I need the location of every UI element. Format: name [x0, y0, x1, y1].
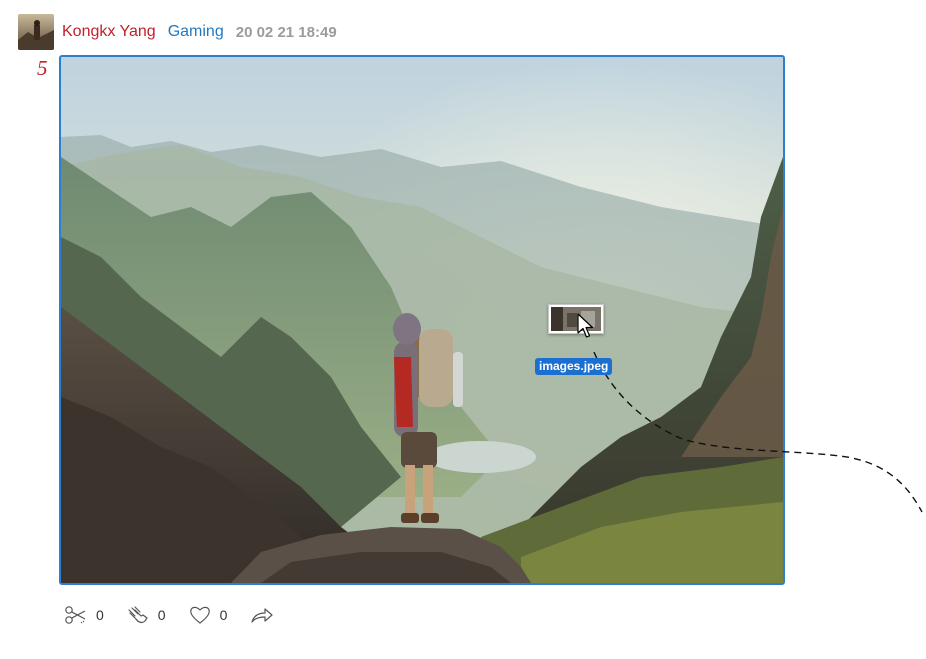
like-button[interactable]: 0 [188, 604, 228, 626]
like-count: 0 [219, 607, 228, 623]
scissors-button[interactable]: 0 [64, 604, 104, 626]
scissors-icon [64, 604, 88, 626]
share-arrow-icon [249, 604, 275, 626]
author-link[interactable]: Kongkx Yang [62, 23, 156, 41]
mountain-photo [61, 57, 783, 583]
post-actions: 0 0 0 [64, 602, 297, 628]
drag-thumbnail[interactable] [548, 304, 604, 334]
post-header: Kongkx Yang Gaming 20 02 21 18:49 [18, 14, 337, 50]
clap-hand-icon [126, 604, 150, 626]
post-timestamp: 20 02 21 18:49 [235, 23, 337, 41]
post-page: Kongkx Yang Gaming 20 02 21 18:49 5 imag… [0, 0, 926, 659]
avatar[interactable] [18, 14, 54, 50]
clap-button[interactable]: 0 [126, 604, 166, 626]
drag-filename-label: images.jpeg [535, 358, 613, 375]
post-number: 5 [37, 56, 48, 80]
clap-count: 0 [157, 607, 166, 623]
scissors-count: 0 [96, 607, 104, 623]
post-image[interactable] [59, 55, 785, 585]
mouse-cursor-icon [577, 313, 595, 344]
share-button[interactable] [249, 604, 275, 626]
heart-icon [188, 604, 212, 626]
category-link[interactable]: Gaming [168, 23, 224, 41]
